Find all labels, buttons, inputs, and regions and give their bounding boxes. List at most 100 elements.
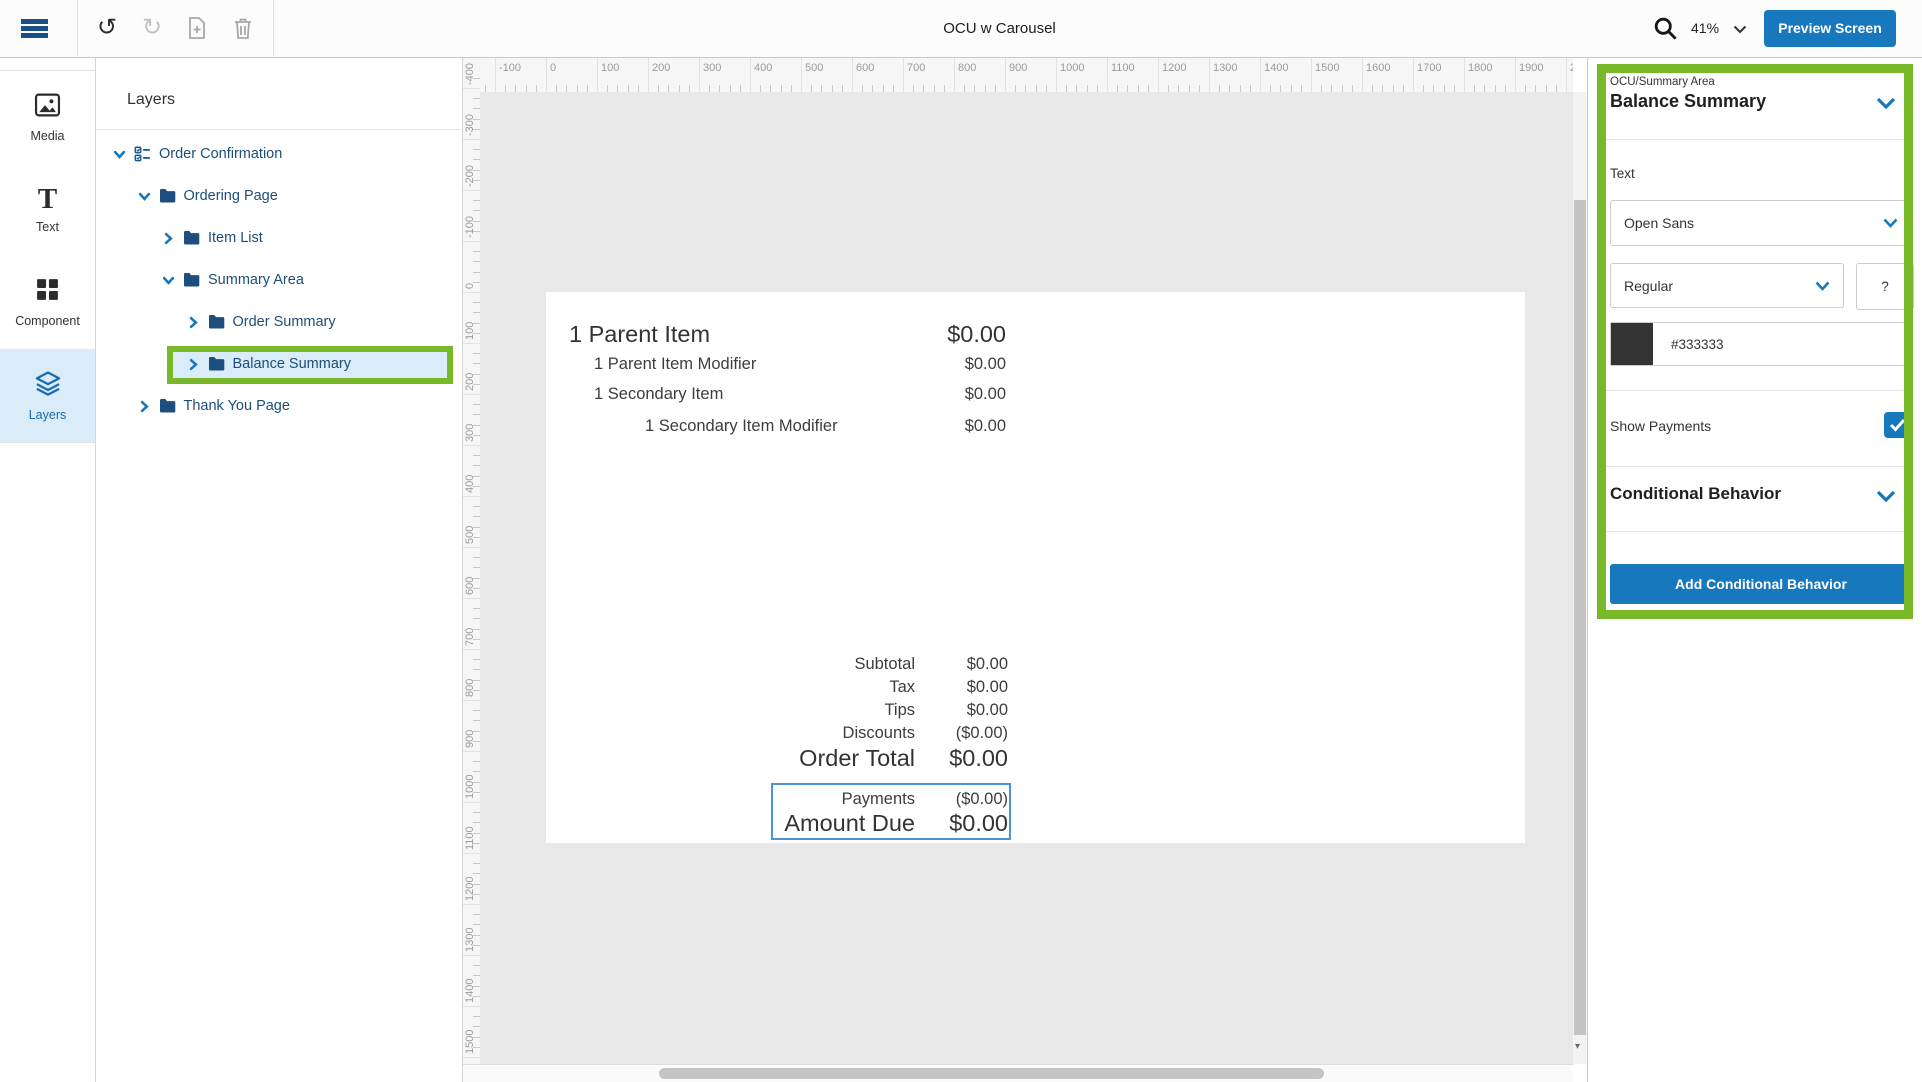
rail-item-text[interactable]: TText	[0, 163, 95, 257]
ruler-tick	[473, 771, 480, 772]
ruler-tick	[923, 85, 924, 92]
component-icon	[35, 277, 60, 307]
ruler-tick	[473, 159, 480, 160]
layer-tree: Order ConfirmationOrdering PageItem List…	[95, 133, 462, 1082]
chevron-down-icon[interactable]	[138, 190, 151, 203]
hamburger-menu-icon[interactable]	[21, 19, 48, 39]
item-label: 1 Parent Item	[569, 321, 710, 348]
ruler-tick	[1209, 57, 1210, 92]
horizontal-scrollbar[interactable]	[462, 1064, 1573, 1082]
ruler-tick	[473, 761, 480, 762]
show-payments-checkbox[interactable]	[1884, 412, 1910, 438]
show-payments-label: Show Payments	[1610, 418, 1711, 434]
totals-value: $0.00	[915, 701, 1008, 720]
balance-row-amount-due[interactable]: Amount Due$0.00	[678, 810, 1008, 837]
layer-row-order-confirmation[interactable]: Order Confirmation	[95, 133, 462, 175]
help-button[interactable]: ?	[1856, 263, 1914, 310]
ruler-label: 1500	[464, 1030, 476, 1054]
font-family-select[interactable]: Open Sans	[1610, 200, 1912, 246]
rail-item-layers[interactable]: Layers	[0, 349, 95, 443]
app-window: ↺ ↻ OCU w Carousel 41% Preview Screen Me…	[0, 0, 1922, 1082]
ruler-tick	[1454, 85, 1455, 92]
ruler-tick	[1270, 85, 1271, 92]
ruler-tick	[648, 57, 649, 92]
ruler-tick	[1189, 85, 1190, 92]
totals-row-tax[interactable]: Tax$0.00	[678, 678, 1008, 697]
preview-screen-button[interactable]: Preview Screen	[1764, 10, 1896, 47]
ruler-tick	[1474, 85, 1475, 92]
ruler-label: 700	[464, 628, 476, 646]
ruler-label: 0	[550, 62, 556, 74]
chevron-down-icon[interactable]	[162, 274, 175, 287]
layer-row-order-summary[interactable]: Order Summary	[95, 301, 462, 343]
ruler-tick	[473, 465, 480, 466]
totals-row-discounts[interactable]: Discounts($0.00)	[678, 724, 1008, 743]
ruler-tick	[1525, 85, 1526, 92]
canvas-viewport[interactable]: 1 Parent Item$0.001 Parent Item Modifier…	[480, 92, 1573, 1064]
chevron-down-icon[interactable]	[113, 148, 126, 161]
totals-row-tips[interactable]: Tips$0.00	[678, 701, 1008, 720]
ruler-label: 800	[958, 62, 976, 74]
ruler-tick	[473, 200, 480, 201]
breadcrumb: OCU/Summary Area	[1610, 76, 1715, 88]
layer-row-item-list[interactable]: Item List	[95, 217, 462, 259]
ruler-label: 400	[754, 62, 772, 74]
chevron-right-icon[interactable]	[187, 358, 200, 371]
search-icon[interactable]	[1652, 15, 1679, 42]
ruler-tick	[1066, 85, 1067, 92]
zoom-chevron-down-icon[interactable]	[1733, 25, 1747, 34]
ruler-tick	[1148, 85, 1149, 92]
ruler-tick	[1240, 85, 1241, 92]
ruler-tick	[473, 108, 480, 109]
ruler-label: 0	[464, 283, 476, 289]
zoom-level[interactable]: 41%	[1691, 0, 1719, 57]
ruler-label: 1400	[464, 979, 476, 1003]
order-item-row[interactable]: 1 Secondary Item Modifier$0.00	[645, 417, 1006, 436]
ruler-label: 400	[464, 475, 476, 493]
check-icon	[1889, 418, 1906, 432]
ruler-label: 300	[464, 424, 476, 442]
chevron-right-icon[interactable]	[187, 316, 200, 329]
conditional-behavior-chevron-icon[interactable]	[1876, 490, 1896, 502]
rail-item-component[interactable]: Component	[0, 256, 95, 350]
horizontal-ruler: -100010020030040050060070080090010001100…	[480, 57, 1573, 93]
scroll-down-arrow-icon[interactable]: ▾	[1575, 1042, 1585, 1052]
ruler-tick	[462, 292, 480, 293]
layer-row-summary-area[interactable]: Summary Area	[95, 259, 462, 301]
vertical-scrollbar-thumb[interactable]	[1574, 200, 1586, 1035]
chevron-right-icon[interactable]	[162, 232, 175, 245]
ruler-tick	[811, 85, 812, 92]
font-weight-select[interactable]: Regular	[1610, 263, 1844, 308]
add-conditional-behavior-button[interactable]: Add Conditional Behavior	[1610, 564, 1912, 604]
chevron-right-icon[interactable]	[138, 400, 151, 413]
ruler-label: 1400	[1264, 62, 1288, 74]
balance-row-payments[interactable]: Payments($0.00)	[678, 790, 1008, 809]
ruler-tick	[1505, 85, 1506, 92]
layer-row-thank-you-page[interactable]: Thank You Page	[95, 385, 462, 427]
order-item-row[interactable]: 1 Parent Item Modifier$0.00	[594, 355, 1006, 374]
artboard[interactable]: 1 Parent Item$0.001 Parent Item Modifier…	[546, 292, 1525, 843]
totals-row-subtotal[interactable]: Subtotal$0.00	[678, 655, 1008, 674]
totals-value: $0.00	[915, 745, 1008, 772]
text-color-field[interactable]: #333333	[1610, 322, 1912, 366]
totals-row-order-total[interactable]: Order Total$0.00	[678, 745, 1008, 772]
totals-label: Order Total	[678, 745, 915, 772]
rail-item-media[interactable]: Media	[0, 70, 95, 165]
balance-label: Amount Due	[678, 810, 915, 837]
order-item-row[interactable]: 1 Secondary Item$0.00	[594, 385, 1006, 404]
ruler-tick	[1117, 85, 1118, 92]
vertical-scrollbar[interactable]: ▾	[1573, 92, 1587, 1064]
order-item-row[interactable]: 1 Parent Item$0.00	[569, 321, 1006, 348]
ruler-tick	[1046, 85, 1047, 92]
tool-rail: MediaTTextComponentLayers	[0, 57, 96, 1082]
horizontal-scrollbar-thumb[interactable]	[659, 1068, 1324, 1079]
collapse-section-chevron-icon[interactable]	[1876, 97, 1896, 109]
ruler-tick	[462, 598, 480, 599]
ruler-tick	[1097, 85, 1098, 92]
layer-row-balance-summary[interactable]: Balance Summary	[95, 343, 462, 385]
vertical-ruler: -400-300-200-100010020030040050060070080…	[462, 57, 481, 1064]
ruler-tick	[1382, 85, 1383, 92]
layer-row-ordering-page[interactable]: Ordering Page	[95, 175, 462, 217]
ruler-tick	[473, 516, 480, 517]
layers-panel: Layers Order ConfirmationOrdering PageIt…	[95, 57, 463, 1082]
